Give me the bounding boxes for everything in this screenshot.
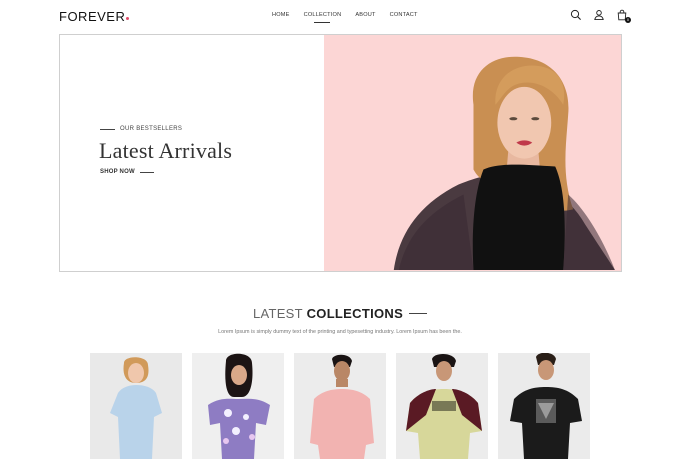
collections-title-bold: COLLECTIONS [306, 306, 404, 321]
product-grid [90, 353, 590, 459]
shop-now-label: SHOP NOW [100, 169, 135, 175]
navbar: FOREVER HOME COLLECTION ABOUT CONTACT 0 [0, 0, 680, 34]
search-icon[interactable] [570, 9, 582, 21]
nav-contact[interactable]: CONTACT [383, 12, 425, 18]
brand-name: FOREVER [59, 9, 126, 24]
hero-model-illustration [393, 56, 616, 271]
brand-dot [126, 17, 130, 20]
nav-about[interactable]: ABOUT [348, 12, 382, 18]
cart-icon[interactable]: 0 [616, 9, 631, 23]
shop-now-link[interactable]: SHOP NOW [100, 169, 154, 175]
collections-subtitle: Lorem Ipsum is simply dummy text of the … [218, 329, 462, 335]
nav-home[interactable]: HOME [265, 12, 297, 18]
product-card[interactable] [294, 353, 386, 459]
collections-title: LATEST COLLECTIONS [0, 306, 680, 321]
collections-title-line [409, 312, 428, 314]
hero-text-panel: OUR BESTSELLERS Latest Arrivals SHOP NOW [60, 35, 324, 271]
eyebrow-line [100, 128, 115, 130]
brand-logo[interactable]: FOREVER [59, 9, 130, 24]
shop-now-line [139, 171, 154, 173]
hero-eyebrow: OUR BESTSELLERS [100, 126, 182, 132]
cart-count-badge: 0 [625, 17, 631, 23]
hero-image [324, 35, 621, 271]
collections-title-light: LATEST [252, 306, 303, 321]
product-image [396, 353, 488, 459]
nav-icons: 0 [570, 9, 631, 23]
product-card[interactable] [90, 353, 182, 459]
product-card[interactable] [192, 353, 284, 459]
product-image [90, 353, 182, 459]
product-card[interactable] [498, 353, 590, 459]
product-card[interactable] [396, 353, 488, 459]
product-image [192, 353, 284, 459]
eyebrow-text: OUR BESTSELLERS [120, 126, 183, 132]
product-image [294, 353, 386, 459]
profile-icon[interactable] [593, 9, 605, 21]
main-menu: HOME COLLECTION ABOUT CONTACT [265, 12, 425, 18]
hero-banner: OUR BESTSELLERS Latest Arrivals SHOP NOW [59, 34, 622, 272]
product-image [498, 353, 590, 459]
hero-title: Latest Arrivals [99, 138, 233, 163]
nav-collection[interactable]: COLLECTION [297, 12, 349, 18]
